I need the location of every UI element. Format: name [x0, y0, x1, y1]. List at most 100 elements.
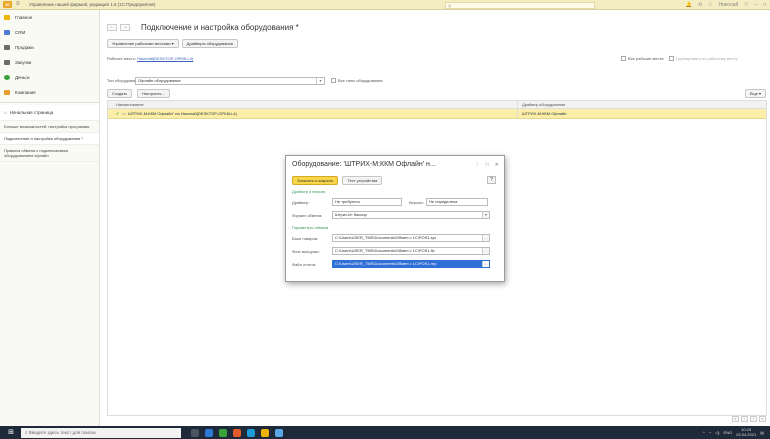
sidebar-item-main[interactable]: Главное: [0, 10, 99, 25]
clock[interactable]: 10:29 03.04.2021: [736, 427, 757, 437]
col-header-driver[interactable]: Драйвер оборудования: [518, 101, 766, 108]
dialog-maximize-icon[interactable]: □: [486, 162, 489, 168]
sidebar-item-label: Продажи: [15, 45, 34, 50]
user-name[interactable]: Николай: [719, 1, 739, 9]
create-button[interactable]: Создать: [107, 89, 133, 98]
home-label: Начальная страница: [9, 110, 54, 115]
minimize-icon[interactable]: –: [754, 1, 757, 9]
group-workplace-checkbox[interactable]: [668, 56, 674, 62]
dialog-close-icon[interactable]: ✕: [495, 162, 499, 168]
flag-file-field[interactable]: C:\Users\USER_TMS\Documents\Обмен с 1С\P…: [332, 247, 490, 255]
checkmark-icon: ✔: [116, 111, 120, 116]
goods-file-field[interactable]: C:\Users\USER_TMS\Documents\Обмен с 1С\P…: [332, 234, 490, 242]
equipment-dialog: Оборудование: 'ШТРИХ-М:ККМ Офлайн' н... …: [285, 155, 505, 282]
home-icon: ⌂: [4, 110, 7, 115]
page-title: Подключение и настройка оборудования *: [141, 23, 299, 32]
money-section-icon: [4, 75, 10, 80]
sidebar-item-label: Деньги: [15, 75, 30, 80]
driver-section-title: Драйвер и версия: [292, 189, 326, 194]
chevron-down-icon[interactable]: ▾: [482, 212, 489, 218]
test-device-button[interactable]: Тест устройства: [342, 176, 383, 185]
configure-button[interactable]: Настроить...: [137, 89, 170, 98]
format-value: Штрих-М: Кассир: [335, 212, 367, 217]
history-icon[interactable]: ⟲: [698, 1, 702, 9]
titlebar-controls: 🔔 ⟲ ☆ Николай ▽ – □: [686, 1, 766, 9]
taskbar-search-input[interactable]: ⌕ Введите здесь текст для поиска: [21, 427, 181, 438]
back-arrow-icon[interactable]: ←: [107, 24, 117, 31]
manage-workplaces-button[interactable]: Управление рабочими местами ▾: [107, 39, 179, 48]
browse-icon[interactable]: …: [482, 248, 489, 254]
first-page-icon[interactable]: «: [732, 416, 739, 422]
chrome-icon[interactable]: [233, 428, 241, 437]
sidebar-item-label: Главное: [15, 15, 33, 20]
explorer-icon[interactable]: [275, 428, 283, 437]
clock-date: 03.04.2021: [736, 431, 757, 437]
filter-icon[interactable]: ▽: [744, 1, 748, 9]
sidebar-item-money[interactable]: Деньги: [0, 70, 99, 85]
notifications-icon[interactable]: ▤: [760, 428, 764, 437]
col-header-name[interactable]: Наименование: [108, 101, 518, 108]
equipment-drivers-button[interactable]: Драйверы оборудования: [181, 39, 238, 48]
onec-taskbar-icon[interactable]: [261, 428, 269, 437]
more-button[interactable]: Еще ▾: [744, 89, 766, 98]
help-button[interactable]: ?: [487, 176, 496, 184]
last-page-icon[interactable]: »: [759, 416, 766, 422]
edge-icon[interactable]: [205, 428, 213, 437]
table-header: Наименование Драйвер оборудования: [108, 101, 766, 109]
format-select[interactable]: Штрих-М: Кассир ▾: [332, 211, 490, 219]
goods-file-value: C:\Users\USER_TMS\Documents\Обмен с 1С\P…: [335, 235, 437, 240]
next-page-icon[interactable]: ›: [750, 416, 757, 422]
dialog-more-icon[interactable]: ⋮: [475, 162, 480, 168]
forward-arrow-icon[interactable]: →: [120, 24, 130, 31]
bell-icon[interactable]: 🔔: [686, 1, 692, 9]
sidebar-divider: [0, 102, 99, 103]
all-workplaces-checkbox[interactable]: [621, 56, 626, 62]
sidebar-item-crm[interactable]: CRM: [0, 25, 99, 40]
sidebar-item-label: CRM: [15, 30, 26, 35]
chevron-down-icon[interactable]: ▾: [316, 78, 324, 84]
hamburger-menu-icon[interactable]: ≡: [16, 1, 23, 8]
restore-icon[interactable]: □: [763, 1, 766, 9]
all-types-row: Все типы оборудования: [331, 78, 383, 84]
sidebar-nav-settings[interactable]: Больше возможностей: настройка программы: [0, 121, 99, 133]
table-row[interactable]: ✔ ▭ ШТРИХ-М:ККМ Офлайн" на Николай(DESKTOP…: [108, 109, 766, 119]
workplace-label: Рабочее место:: [107, 56, 136, 61]
taskbar-search-text: Введите здесь текст для поиска: [28, 429, 96, 435]
dialog-buttons: Записать и закрыть Тест устройства: [292, 176, 383, 185]
group-workplace-label: Группировать по рабочему месту: [675, 56, 738, 61]
language-indicator[interactable]: ENG: [724, 428, 733, 437]
sidebar-item-purchases[interactable]: Закупки: [0, 55, 99, 70]
equipment-type-select[interactable]: Офлайн оборудование ▾: [135, 77, 325, 85]
global-search-input[interactable]: Q: [445, 2, 595, 9]
sidebar-home-link[interactable]: ⌂ Начальная страница: [0, 105, 99, 121]
sidebar-item-company[interactable]: Компания: [0, 85, 99, 100]
all-types-checkbox[interactable]: [331, 78, 336, 84]
sidebar-item-sales[interactable]: Продажи: [0, 40, 99, 55]
sales-section-icon: [4, 45, 10, 50]
prev-page-icon[interactable]: ‹: [741, 416, 748, 422]
volume-icon[interactable]: ◁): [715, 428, 719, 437]
store-icon[interactable]: [219, 428, 227, 437]
taskbar-apps: [191, 428, 283, 437]
network-icon[interactable]: ◔: [709, 428, 711, 437]
nav-arrows: ← →: [107, 24, 130, 31]
star-icon[interactable]: ☆: [708, 1, 712, 9]
equipment-type-value: Офлайн оборудование: [138, 78, 181, 83]
row-name-cell: ✔ ▭ ШТРИХ-М:ККМ Офлайн" на Николай(DESKTOP…: [108, 109, 518, 118]
sidebar-nav-exchange-rules[interactable]: Правила обмена с подключаемым оборудован…: [0, 145, 99, 162]
browse-icon[interactable]: …: [482, 235, 489, 241]
app-title: Управление нашей фирмой, редакция 1.6 (1…: [29, 2, 156, 7]
sidebar-nav-equipment[interactable]: Подключение и настройка оборудования *: [0, 133, 99, 145]
browse-icon[interactable]: …: [482, 261, 489, 267]
tray-arrow-icon[interactable]: ^: [703, 428, 705, 437]
windows-taskbar: ⊞ ⌕ Введите здесь текст для поиска ^ ◔ ◁…: [0, 426, 770, 439]
company-section-icon: [4, 90, 10, 95]
windows-start-icon[interactable]: ⊞: [5, 428, 17, 437]
task-view-icon[interactable]: [191, 428, 199, 437]
save-close-button[interactable]: Записать и закрыть: [292, 176, 339, 185]
workplace-link[interactable]: Николай(DESKTOP-OPK6LL4): [137, 56, 193, 61]
app-icon[interactable]: [247, 428, 255, 437]
report-file-field[interactable]: C:\Users\USER_TMS\Documents\Обмен с 1С\P…: [332, 260, 490, 268]
sidebar: Главное CRM Продажи Закупки Деньги Компа…: [0, 10, 100, 426]
all-types-label: Все типы оборудования: [338, 78, 383, 83]
